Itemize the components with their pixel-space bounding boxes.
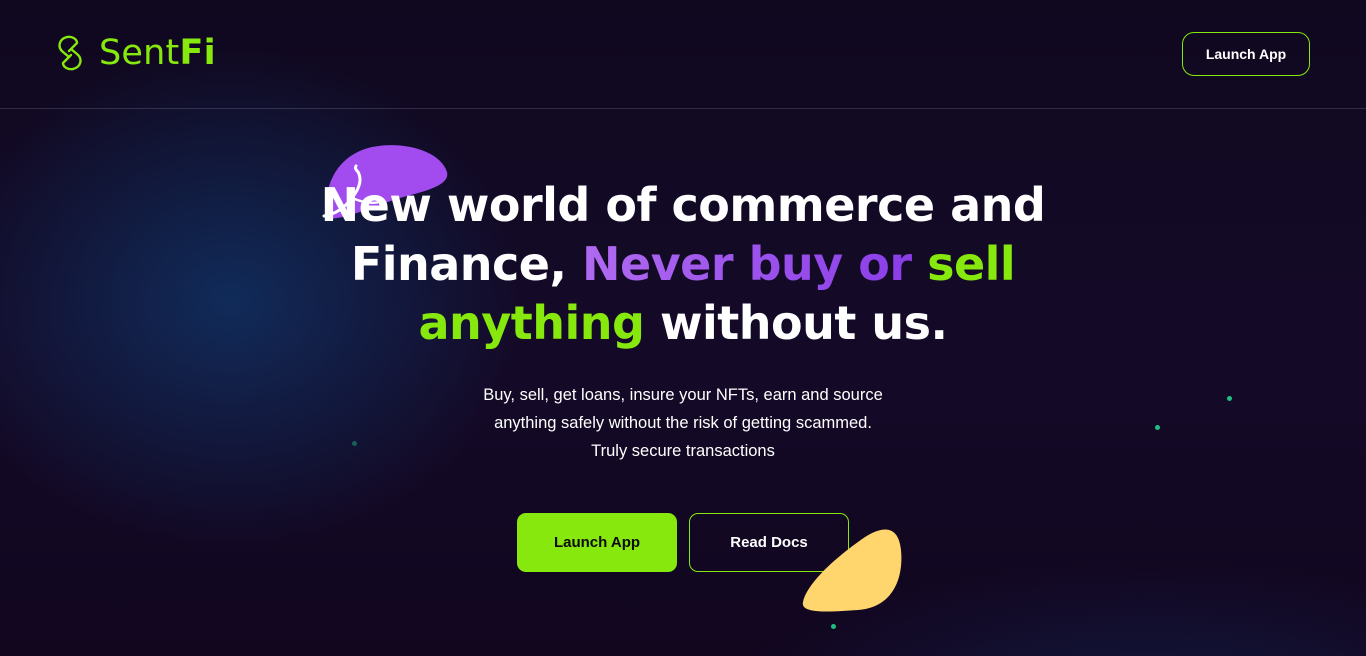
sparkle-dot [831, 624, 836, 629]
logo-text: SentFi [99, 32, 216, 73]
sparkle-dot [1155, 425, 1160, 430]
hero-headline: New world of commerce and Finance, Never… [320, 178, 1046, 350]
header-launch-app-button[interactable]: Launch App [1182, 32, 1310, 76]
launch-app-button[interactable]: Launch App [517, 513, 677, 572]
sparkle-dot [1227, 396, 1232, 401]
site-header: SentFi Launch App [0, 0, 1366, 109]
chain-link-logo-icon [58, 35, 82, 71]
sparkle-dot [352, 441, 357, 446]
logo[interactable]: SentFi [55, 33, 216, 73]
yellow-blob-decoration [802, 529, 902, 612]
hero-subtitle: Buy, sell, get loans, insure your NFTs, … [483, 386, 883, 460]
landing-page: SentFi Launch App New world of commerce … [0, 0, 1366, 656]
